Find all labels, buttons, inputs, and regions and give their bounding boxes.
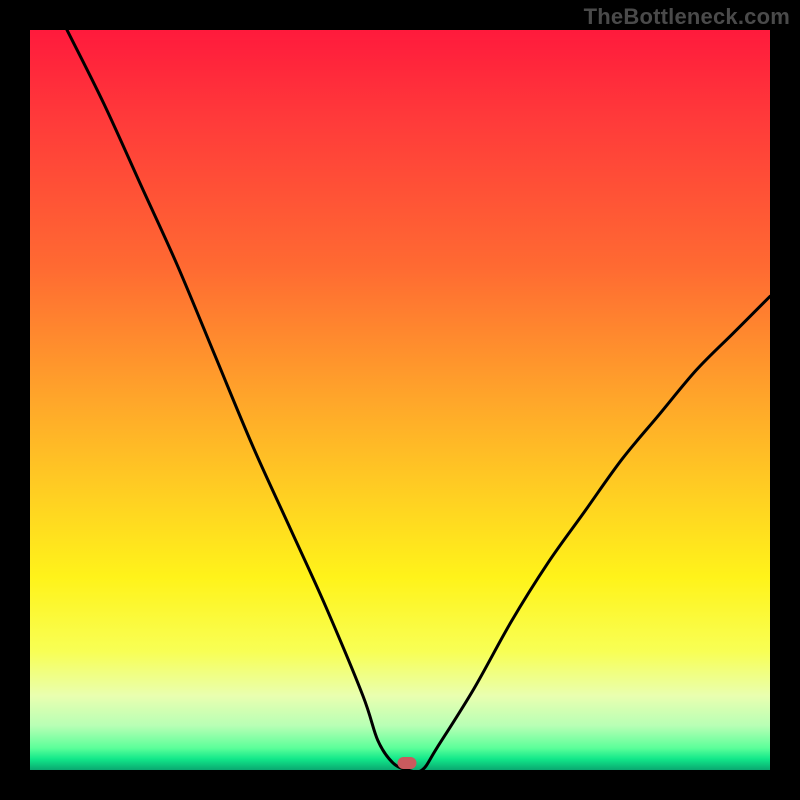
bottleneck-curve-svg [30,30,770,770]
plot-area [30,30,770,770]
chart-stage: TheBottleneck.com [0,0,800,800]
bottleneck-curve-path [67,30,770,770]
watermark-text: TheBottleneck.com [584,4,790,30]
optimal-point-marker [398,757,417,769]
